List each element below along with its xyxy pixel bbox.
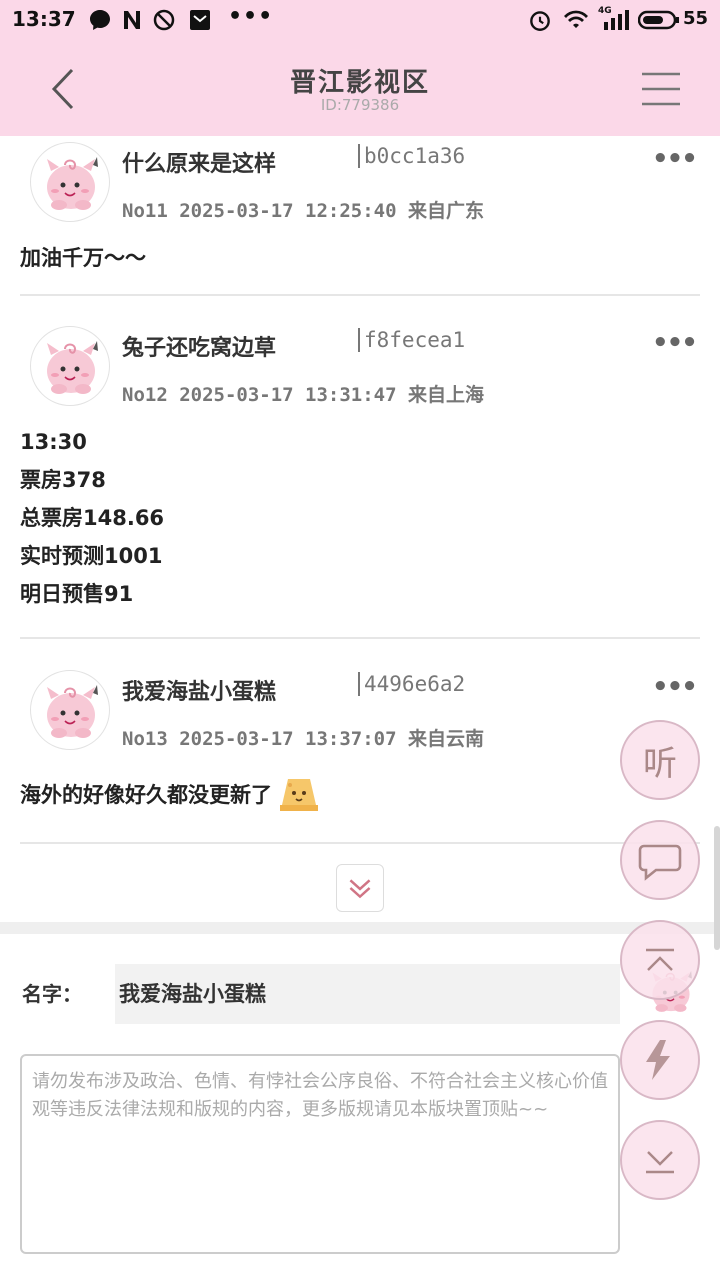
top-bar: 13:37 ••• 4G 55 晋江影视区 ID:779386 [0,0,720,136]
scroll-bottom-icon [646,1151,674,1174]
post-content: 加油千万～～ [20,239,146,277]
divider [20,637,700,639]
post-line: 明日预售91 [20,582,134,606]
name-input[interactable]: 我爱海盐小蛋糕 [115,964,620,1024]
post-line: 加油千万～～ [20,246,146,270]
hamburger-menu-icon[interactable] [636,68,686,110]
alarm-icon [530,11,550,31]
post-hash: 4496e6a2 [358,672,465,696]
listen-button[interactable]: 听 [620,720,700,800]
comment-placeholder: 请勿发布涉及政治、色情、有悖社会公序良俗、不符合社会主义核心价值观等违反法律法规… [32,1071,608,1120]
refresh-icon [646,1040,670,1080]
battery-level: 55 [683,8,709,29]
post-item: 我爱海盐小蛋糕 4496e6a2 ••• No13 2025-03-17 13:… [20,668,700,828]
n-icon [124,11,140,29]
signal-icon [604,10,629,30]
refresh-button[interactable] [620,1020,700,1100]
post-line: 票房378 [20,468,106,492]
section-separator [0,922,720,934]
chat-bubble-icon [90,10,110,30]
double-chevron-down-icon[interactable] [336,864,384,912]
divider [20,842,700,844]
post-author[interactable]: 我爱海盐小蛋糕 [122,674,276,706]
scroll-bottom-button[interactable] [620,1120,700,1200]
board-id: ID:779386 [320,96,400,114]
post-meta: No11 2025-03-17 12:25:40 来自广东 [122,200,484,222]
scroll-top-button[interactable] [620,920,700,1000]
status-more: ••• [228,4,274,29]
post-more-button[interactable]: ••• [652,144,698,174]
avatar[interactable] [30,326,110,406]
avatar[interactable] [30,142,110,222]
comment-icon [638,844,682,881]
post-meta: No13 2025-03-17 13:37:07 来自云南 [122,728,484,750]
divider [20,294,700,296]
avatar[interactable] [30,670,110,750]
page-title: 晋江影视区 [289,68,430,98]
battery-icon [638,10,679,30]
app-header: 晋江影视区 ID:779386 [0,40,720,136]
name-label: 名字： [22,982,82,1006]
post-line: 实时预测1001 [20,544,163,568]
status-time: 13:37 [12,7,76,31]
scroll-top-icon [646,948,674,971]
blocked-icon [153,9,175,31]
post-content: 海外的好像好久都没更新了 [20,775,320,815]
listen-label: 听 [643,744,677,784]
cheese-emoji-icon [280,779,318,811]
post-line: 13:30 [20,430,87,454]
post-line: 总票房148.66 [20,506,165,530]
wifi-icon [564,10,588,29]
post-line: 海外的好像好久都没更新了 [20,783,272,807]
post-item: 兔子还吃窝边草 f8fecea1 ••• No12 2025-03-17 13:… [20,324,700,624]
mail-icon [190,10,210,30]
post-content: 13:30 票房378 总票房148.66 实时预测1001 明日预售91 [20,423,164,613]
post-more-button[interactable]: ••• [652,672,698,702]
post-author[interactable]: 兔子还吃窝边草 [122,330,276,362]
scrollbar[interactable] [714,826,720,950]
post-author[interactable]: 什么原来是这样 [122,146,276,178]
comment-button[interactable] [620,820,700,900]
status-bar: 13:37 ••• 4G 55 [0,0,720,40]
post-hash: f8fecea1 [358,328,465,352]
post-item: 什么原来是这样 b0cc1a36 ••• No11 2025-03-17 12:… [20,140,700,290]
comment-textarea[interactable]: 请勿发布涉及政治、色情、有悖社会公序良俗、不符合社会主义核心价值观等违反法律法规… [20,1054,620,1254]
post-more-button[interactable]: ••• [652,328,698,358]
post-hash: b0cc1a36 [358,144,465,168]
post-meta: No12 2025-03-17 13:31:47 来自上海 [122,384,484,406]
